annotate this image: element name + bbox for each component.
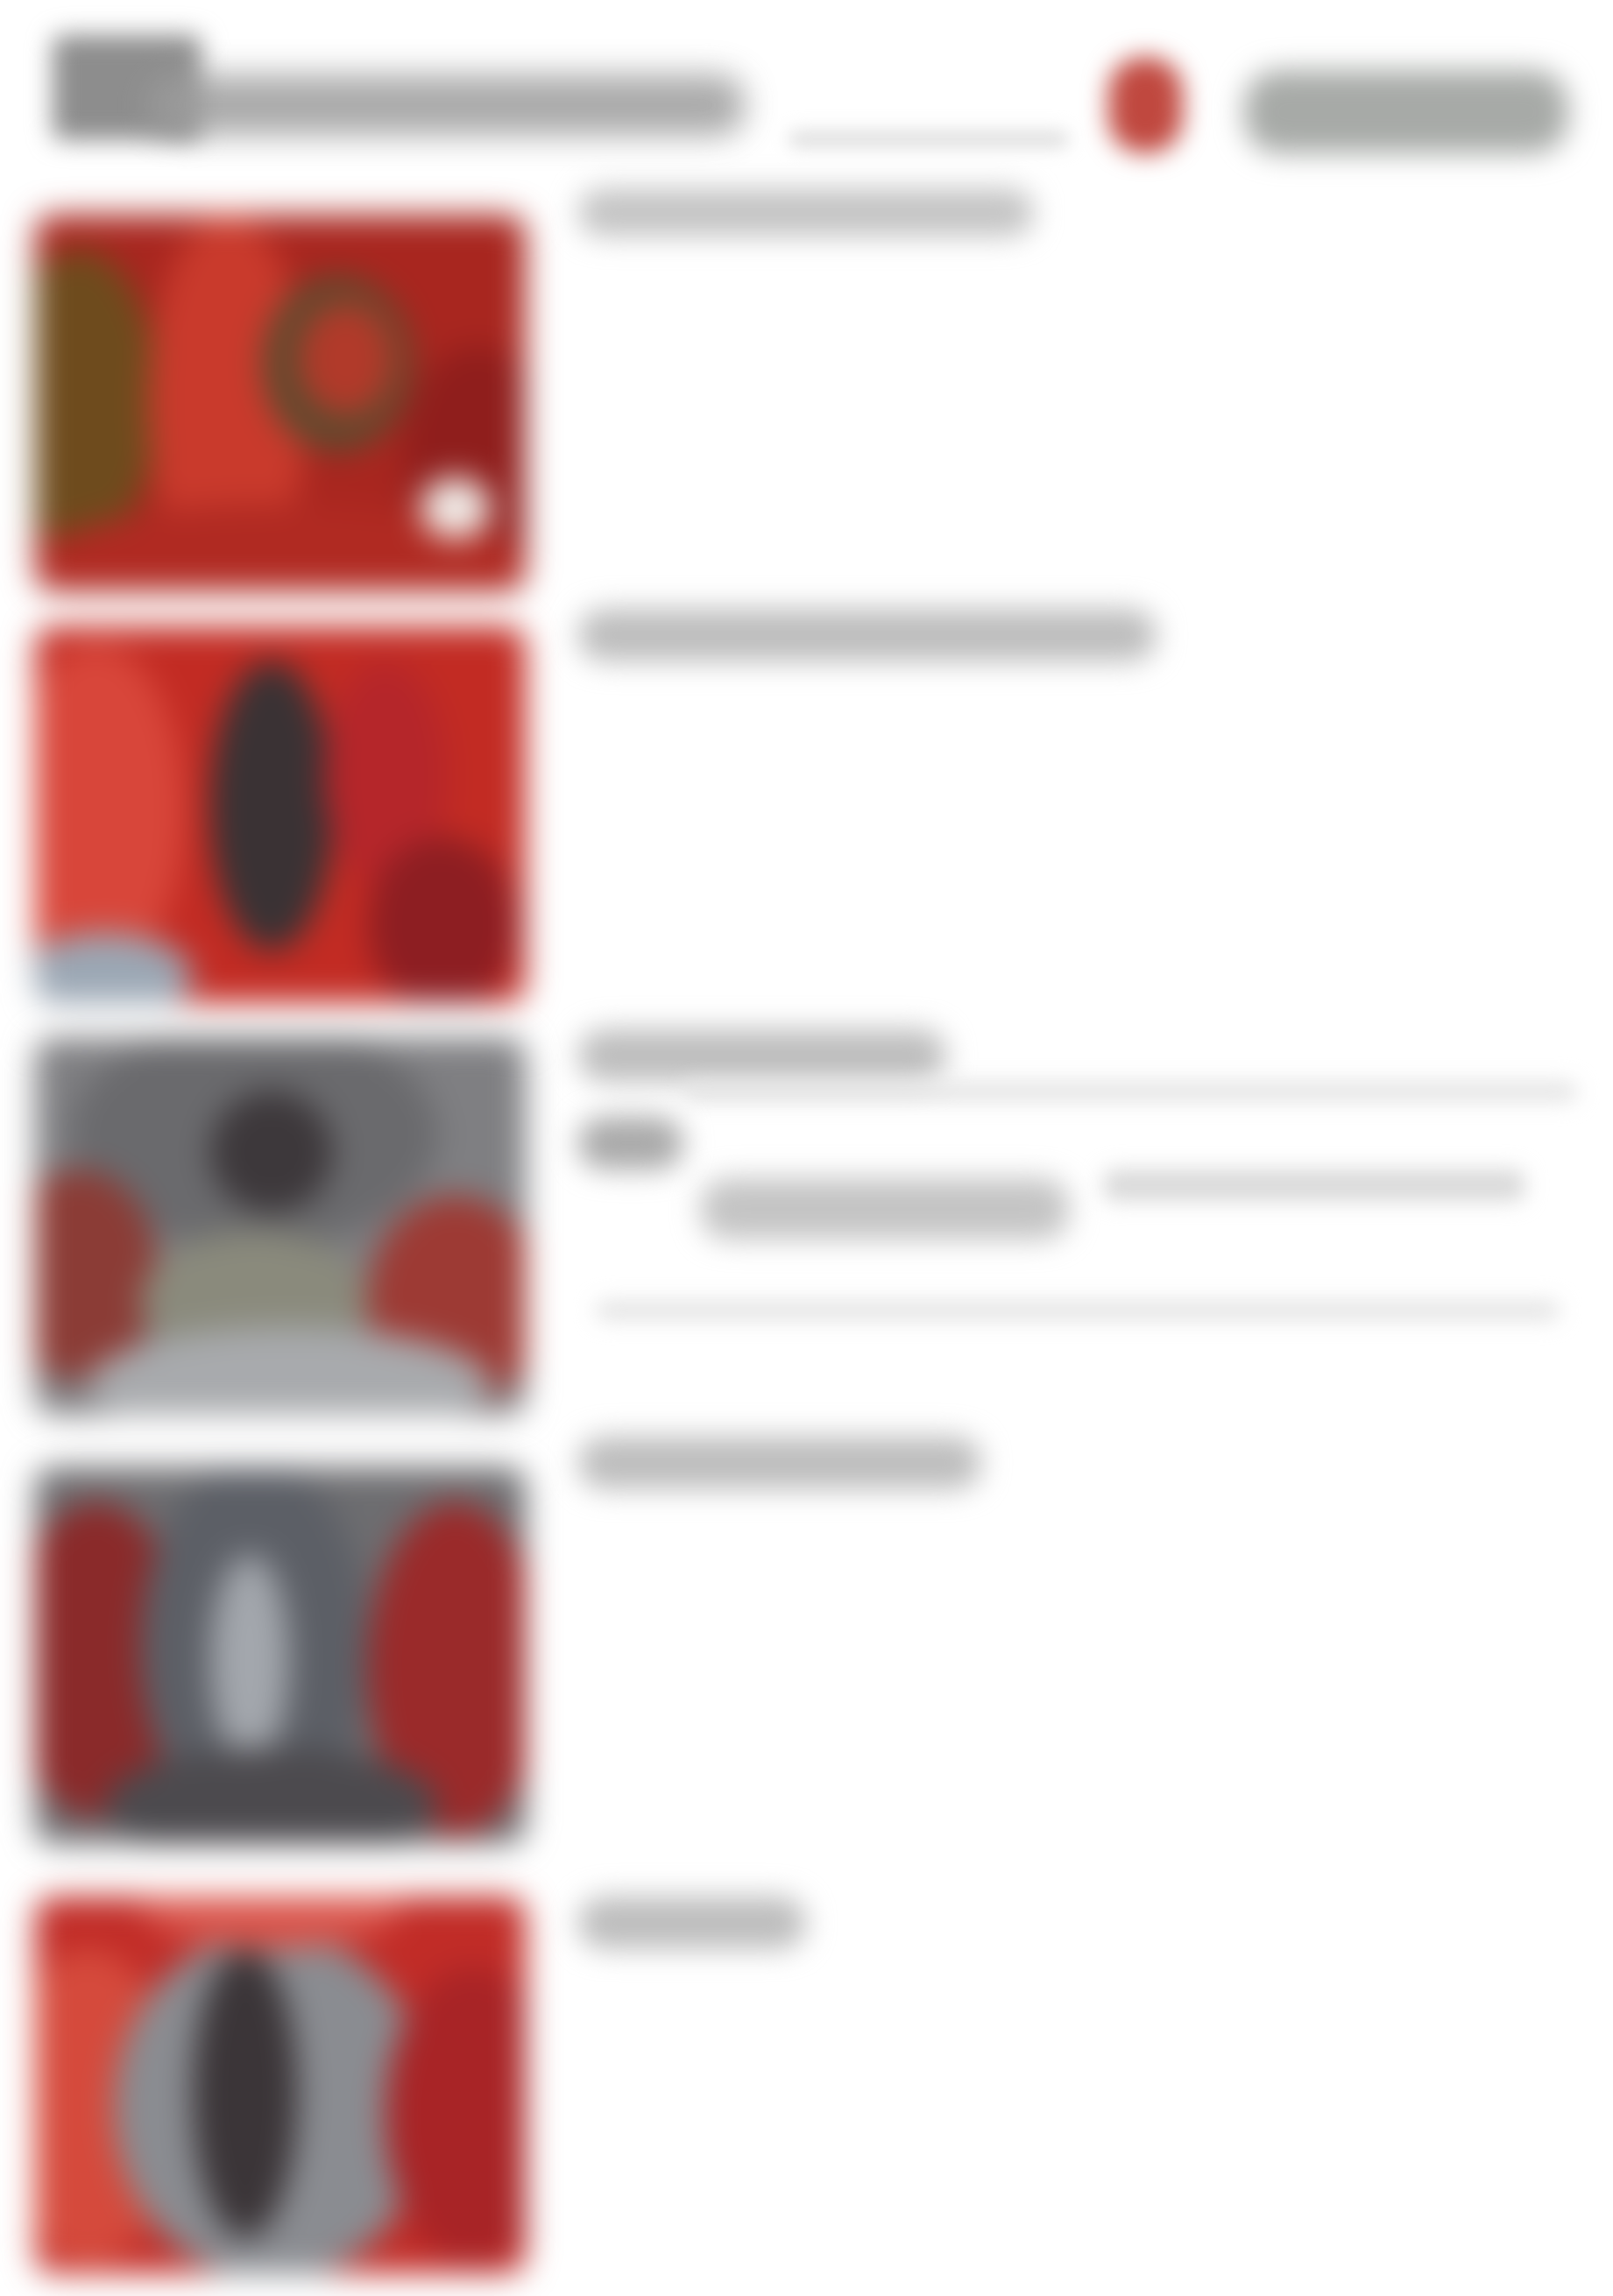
list-item-label: [578, 188, 579, 189]
list-item-title: [578, 188, 1034, 237]
result-list: [0, 0, 1613, 2296]
list-item-meta: [578, 1117, 683, 1169]
thumbnail-image: [35, 215, 526, 591]
list-item[interactable]: [0, 1021, 1613, 1441]
list-item[interactable]: [0, 1424, 1613, 1844]
list-item-title: [578, 609, 1157, 661]
list-item-label: [578, 1029, 579, 1030]
list-item[interactable]: [0, 188, 1613, 609]
divider-line: [596, 1301, 1560, 1320]
list-item-title: [578, 1897, 806, 1949]
thumbnail-image: [35, 1038, 526, 1415]
list-item-title: [578, 1437, 981, 1489]
thumbnail-image: [35, 1897, 526, 2273]
list-item-detail-secondary: [1104, 1169, 1525, 1201]
list-item[interactable]: [0, 1844, 1613, 2273]
list-item-label: [578, 1437, 579, 1438]
list-item-detail: [701, 1178, 1069, 1240]
list-item-label: [578, 609, 579, 610]
list-item-title: [578, 1029, 946, 1082]
list-item[interactable]: [0, 600, 1613, 1021]
thumbnail-image: [35, 626, 526, 1003]
thumbnail-image: [35, 1467, 526, 1844]
divider-line: [683, 1082, 1577, 1101]
